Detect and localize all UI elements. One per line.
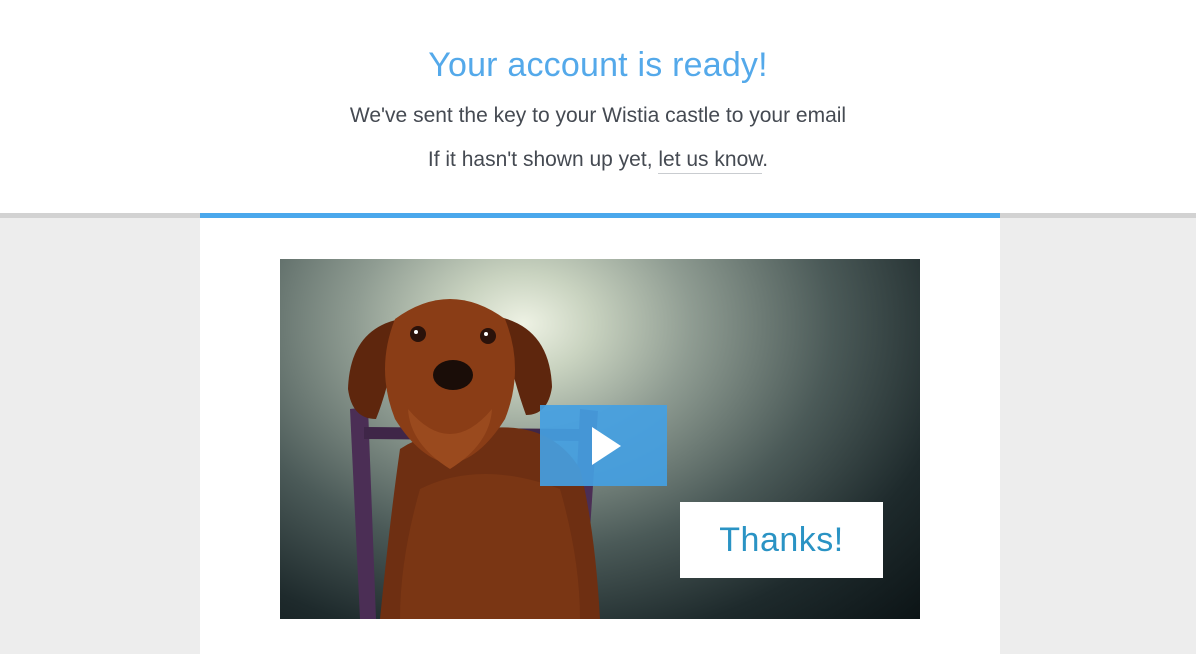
dog-left-eye (410, 326, 426, 342)
video-player[interactable]: Thanks! (280, 259, 920, 619)
header-section: Your account is ready! We've sent the ke… (0, 0, 1196, 213)
thanks-overlay: Thanks! (680, 502, 883, 578)
play-button[interactable] (540, 405, 667, 486)
play-icon (592, 427, 621, 465)
page-title: Your account is ready! (428, 46, 768, 84)
dog-right-eye (480, 328, 496, 344)
email-sent-message: We've sent the key to your Wistia castle… (349, 104, 847, 127)
let-us-know-link[interactable]: let us know (658, 148, 763, 174)
dog-nose (433, 360, 473, 390)
dog-chest (400, 474, 580, 619)
help-message-suffix: . (762, 148, 769, 171)
dog-left-eye-glint (414, 330, 418, 334)
help-message: If it hasn't shown up yet, let us know. (0, 148, 1196, 174)
help-message-prefix: If it hasn't shown up yet, (427, 148, 659, 171)
dog-right-eye-glint (484, 332, 488, 336)
